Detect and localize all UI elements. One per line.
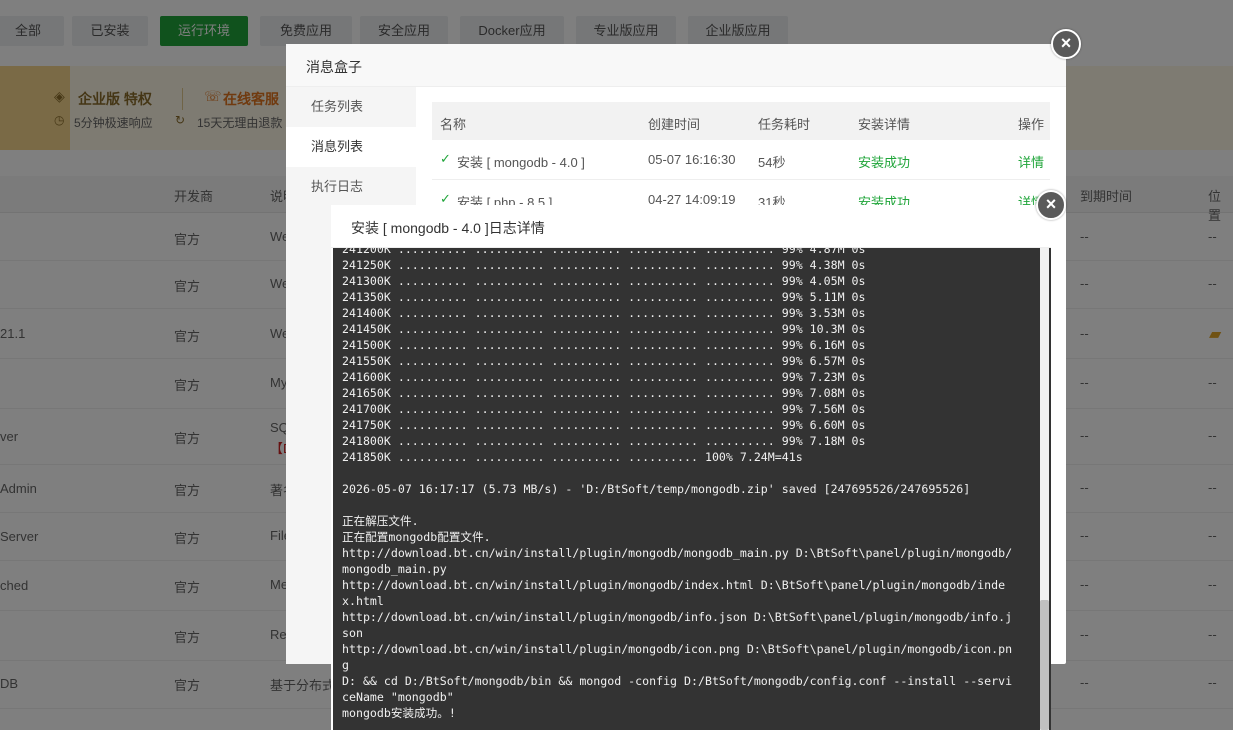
col-created: 创建时间 — [648, 117, 701, 132]
log-detail-dialog: 安装 [ mongodb - 4.0 ]日志详情 241200K .......… — [331, 205, 1051, 730]
message-box-title: 消息盒子 — [306, 59, 362, 75]
log-detail-title: 安装 [ mongodb - 4.0 ]日志详情 — [351, 220, 545, 236]
col-name: 名称 — [440, 117, 467, 132]
check-icon: ✓ — [440, 151, 451, 166]
nav-task-list[interactable]: 任务列表 — [286, 87, 416, 127]
message-box-header: 消息盒子 — [286, 44, 1066, 87]
task-name: 安装 [ mongodb - 4.0 ] — [457, 155, 585, 170]
col-action: 操作 — [1018, 117, 1045, 132]
task-duration: 54秒 — [758, 155, 786, 170]
log-scrollbar-thumb[interactable] — [1040, 600, 1049, 730]
log-detail-close-icon[interactable]: × — [1036, 190, 1066, 220]
task-detail-link[interactable]: 详情 — [1018, 152, 1044, 171]
task-row: ✓ 安装 [ mongodb - 4.0 ] 05-07 16:16:30 54… — [432, 140, 1050, 180]
task-created: 05-07 16:16:30 — [648, 152, 736, 167]
task-status: 安装成功 — [858, 155, 911, 170]
task-table-header: 名称 创建时间 任务耗时 安装详情 操作 — [432, 102, 1050, 140]
nav-message-list[interactable]: 消息列表 — [286, 127, 416, 167]
col-duration: 任务耗时 — [758, 117, 811, 132]
log-detail-header: 安装 [ mongodb - 4.0 ]日志详情 — [331, 205, 1051, 248]
message-box-close-icon[interactable]: × — [1051, 29, 1081, 59]
log-console[interactable]: 241200K .......... .......... ..........… — [333, 248, 1051, 730]
nav-execution-log[interactable]: 执行日志 — [286, 167, 416, 207]
log-content: 241200K .......... .......... ..........… — [342, 248, 1013, 720]
col-detail: 安装详情 — [858, 117, 911, 132]
